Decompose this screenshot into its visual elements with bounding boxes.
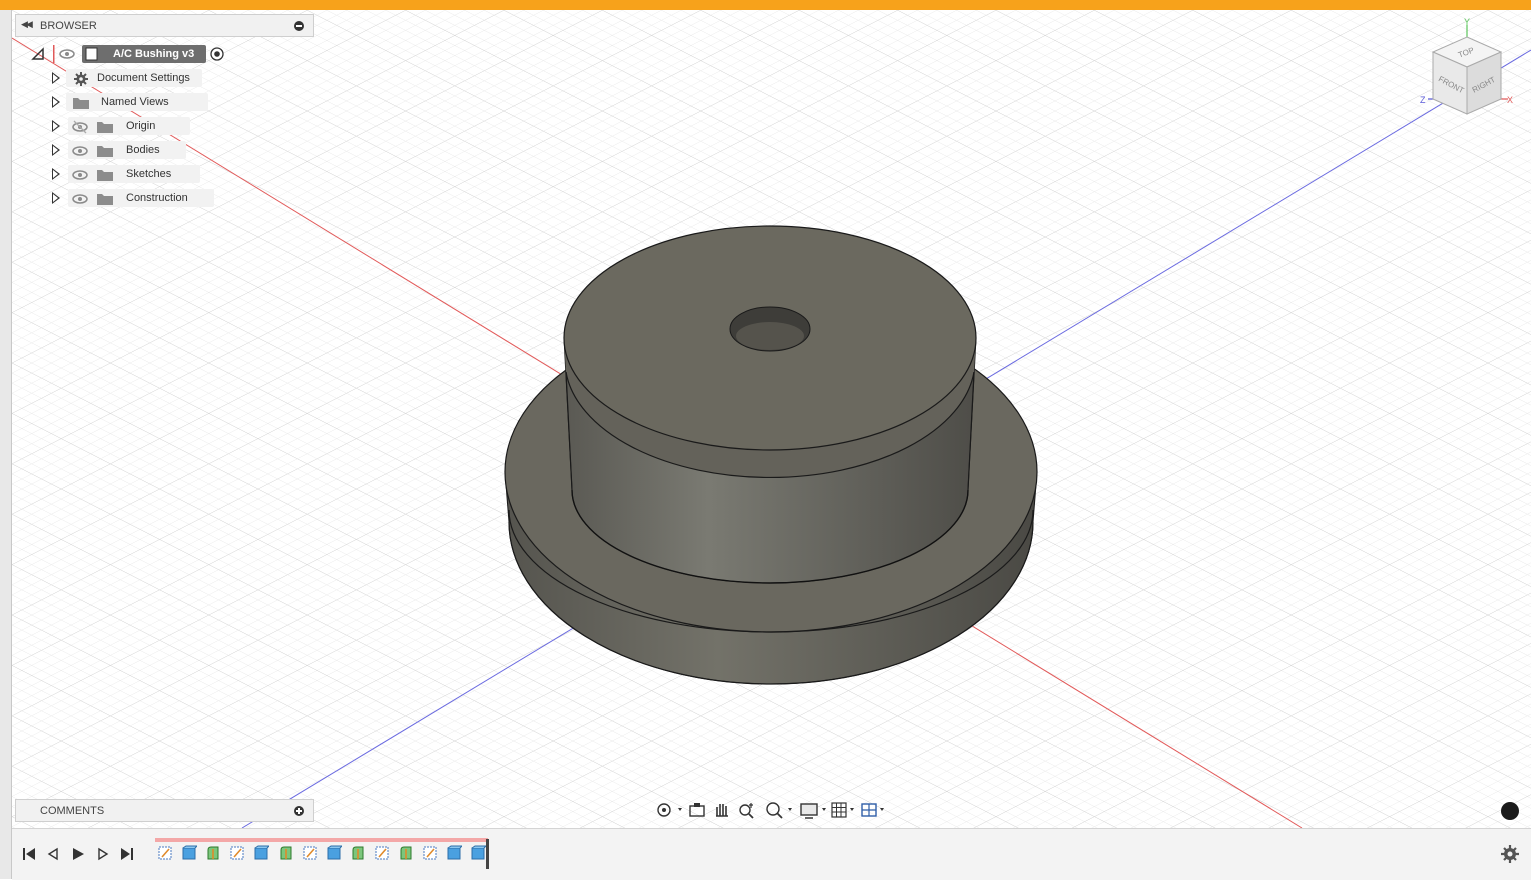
timeline-feature-fillet-icon[interactable] (278, 845, 294, 861)
browser-item-document-settings[interactable]: Document Settings (0, 69, 320, 89)
timeline-feature-extrude-icon[interactable] (181, 845, 198, 861)
timeline-feature-extrude-icon[interactable] (446, 845, 463, 861)
collapse-panel-icon[interactable]: ◀◀ (21, 19, 33, 30)
timeline-feature-extrude-icon[interactable] (253, 845, 270, 861)
browser-item-bodies[interactable]: Bodies (0, 141, 320, 161)
browser-item-named-views[interactable]: Named Views (0, 93, 320, 113)
browser-item-label: Sketches (126, 168, 172, 180)
timeline-track[interactable] (155, 838, 488, 842)
timeline-feature-sketch-icon[interactable] (374, 845, 390, 861)
previous-icon[interactable] (44, 845, 62, 863)
eye-icon[interactable] (71, 190, 89, 208)
expand-chevron-icon[interactable] (52, 120, 60, 132)
chat-bubble-icon[interactable] (1501, 802, 1519, 820)
minimize-panel-icon[interactable] (294, 21, 304, 31)
folder-icon (97, 170, 113, 181)
browser-item-label: Named Views (101, 96, 169, 108)
expand-chevron-icon[interactable] (52, 96, 60, 108)
eye-icon[interactable] (71, 166, 89, 184)
comments-title: COMMENTS (40, 805, 105, 817)
grid-icon[interactable] (830, 800, 860, 820)
timeline-feature-sketch-icon[interactable] (229, 845, 245, 861)
orbit-icon[interactable] (652, 800, 684, 820)
hidden-eye-icon[interactable] (71, 118, 89, 136)
timeline-feature-extrude-icon[interactable] (326, 845, 342, 861)
bushing-body[interactable] (504, 225, 1038, 685)
display-settings-icon[interactable] (798, 800, 832, 820)
browser-item-sketches[interactable]: Sketches (0, 165, 320, 185)
expand-chevron-icon[interactable] (52, 144, 60, 156)
timeline-feature-fillet-icon[interactable] (205, 845, 221, 861)
folder-icon (97, 122, 113, 133)
expand-chevron-icon[interactable] (52, 168, 60, 180)
browser-item-label: Construction (126, 192, 188, 204)
folder-icon (73, 98, 89, 109)
timeline-feature-sketch-icon[interactable] (302, 845, 318, 861)
z-axis-label: Z (1420, 95, 1426, 105)
eye-icon[interactable] (71, 142, 89, 160)
eye-icon[interactable] (52, 45, 80, 63)
timeline-bar (12, 828, 1531, 880)
expand-chevron-icon[interactable] (52, 72, 60, 84)
look-at-icon[interactable] (686, 800, 708, 820)
timeline-feature-sketch-icon[interactable] (157, 845, 173, 861)
x-axis-label: X (1507, 95, 1513, 105)
expand-chevron-icon[interactable] (52, 192, 60, 204)
browser-title: BROWSER (40, 20, 97, 32)
add-comment-icon[interactable] (294, 806, 304, 816)
last-icon[interactable] (118, 845, 136, 863)
zoom-icon[interactable] (736, 800, 758, 820)
timeline-feature-fillet-icon[interactable] (350, 845, 366, 861)
folder-icon (97, 146, 113, 157)
browser-item-label: Bodies (126, 144, 160, 156)
browser-item-construction[interactable]: Construction (0, 189, 320, 209)
timeline-marker[interactable] (486, 839, 489, 869)
component-icon (85, 47, 98, 61)
timeline-feature-extrude-icon[interactable] (470, 845, 487, 861)
navigation-toolbar (650, 797, 890, 823)
timeline-feature-sketch-icon[interactable] (422, 845, 438, 861)
fit-icon[interactable] (762, 800, 796, 820)
pan-icon[interactable] (711, 800, 733, 820)
comments-panel-header[interactable]: COMMENTS (15, 799, 314, 822)
gear-icon (74, 72, 88, 86)
timeline-feature-fillet-icon[interactable] (398, 845, 414, 861)
collapse-root-icon[interactable] (31, 47, 45, 61)
browser-item-label: Document Settings (97, 72, 190, 84)
browser-panel-header[interactable]: ◀◀ BROWSER (15, 14, 314, 37)
y-axis-label: Y (1464, 17, 1470, 27)
browser-item-origin[interactable]: Origin (0, 117, 320, 137)
next-icon[interactable] (94, 845, 112, 863)
browser-item-label: Origin (126, 120, 156, 132)
activate-radio-icon[interactable] (209, 46, 225, 62)
viewports-icon[interactable] (860, 800, 890, 820)
play-icon[interactable] (69, 845, 87, 863)
folder-icon (97, 194, 113, 205)
timeline-settings-icon[interactable] (1501, 845, 1519, 863)
view-cube[interactable]: TOP FRONT RIGHT Y X Z (1418, 17, 1528, 117)
first-icon[interactable] (20, 845, 38, 863)
root-component-label: A/C Bushing v3 (113, 48, 195, 60)
top-status-bar (0, 0, 1531, 10)
